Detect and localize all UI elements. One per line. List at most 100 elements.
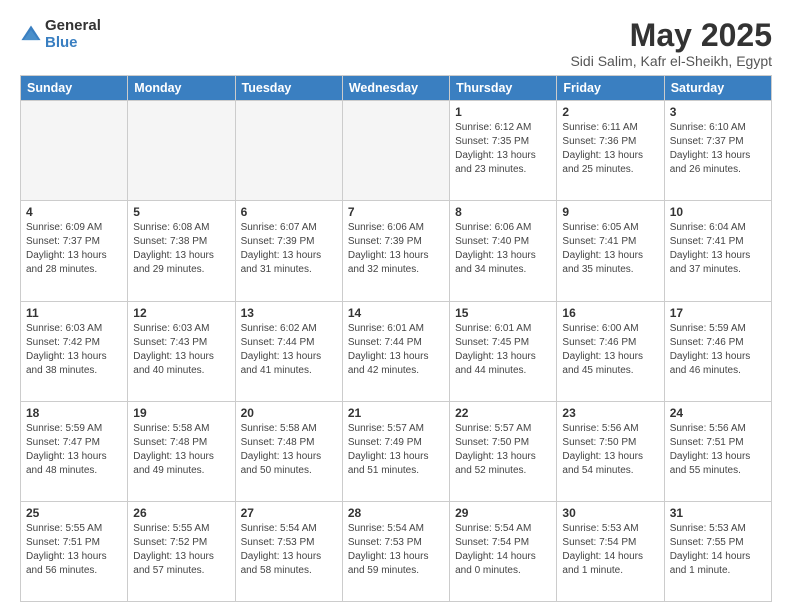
- cell-text: Sunrise: 6:00 AMSunset: 7:46 PMDaylight:…: [562, 322, 658, 378]
- day-number: 26: [133, 506, 229, 520]
- table-cell: 14 Sunrise: 6:01 AMSunset: 7:44 PMDayligh…: [342, 301, 449, 401]
- cell-text: Sunrise: 6:04 AMSunset: 7:41 PMDaylight:…: [670, 221, 766, 277]
- cell-text: Sunrise: 6:03 AMSunset: 7:42 PMDaylight:…: [26, 322, 122, 378]
- logo-icon: [20, 24, 42, 46]
- day-number: 21: [348, 406, 444, 420]
- week-row-4: 18Sunrise: 5:59 AMSunset: 7:47 PMDayligh…: [21, 401, 772, 501]
- cell-text: Sunrise: 5:55 AMSunset: 7:52 PMDaylight:…: [133, 522, 229, 578]
- day-number: 12: [133, 306, 229, 320]
- cell-text: Sunrise: 6:02 AMSunset: 7:44 PMDaylight:…: [241, 322, 337, 378]
- table-cell: 30 Sunrise: 5:53 AMSunset: 7:54 PMDayligh…: [557, 501, 664, 601]
- table-cell: [235, 101, 342, 201]
- day-number: 11: [26, 306, 122, 320]
- cell-text: Sunrise: 5:53 AMSunset: 7:55 PMDaylight:…: [670, 522, 766, 578]
- table-cell: 6 Sunrise: 6:07 AMSunset: 7:39 PMDaylight…: [235, 201, 342, 301]
- table-cell: 22 Sunrise: 5:57 AMSunset: 7:50 PMDayligh…: [450, 401, 557, 501]
- day-number: 25: [26, 506, 122, 520]
- logo: General Blue: [20, 18, 101, 51]
- day-number: 30: [562, 506, 658, 520]
- table-cell: 13Sunrise: 6:02 AMSunset: 7:44 PMDayligh…: [235, 301, 342, 401]
- cell-text: Sunrise: 6:10 AMSunset: 7:37 PMDaylight:…: [670, 121, 766, 177]
- table-cell: 24 Sunrise: 5:56 AMSunset: 7:51 PMDayligh…: [664, 401, 771, 501]
- table-cell: 2Sunrise: 6:11 AMSunset: 7:36 PMDaylight…: [557, 101, 664, 201]
- day-number: 20: [241, 406, 337, 420]
- week-row-3: 11 Sunrise: 6:03 AMSunset: 7:42 PMDayligh…: [21, 301, 772, 401]
- day-number: 17: [670, 306, 766, 320]
- day-number: 7: [348, 205, 444, 219]
- day-number: 16: [562, 306, 658, 320]
- day-number: 23: [562, 406, 658, 420]
- cell-text: Sunrise: 6:11 AMSunset: 7:36 PMDaylight:…: [562, 121, 658, 177]
- table-cell: 5 Sunrise: 6:08 AMSunset: 7:38 PMDaylight…: [128, 201, 235, 301]
- table-cell: 28 Sunrise: 5:54 AMSunset: 7:53 PMDayligh…: [342, 501, 449, 601]
- day-number: 6: [241, 205, 337, 219]
- week-row-5: 25Sunrise: 5:55 AMSunset: 7:51 PMDayligh…: [21, 501, 772, 601]
- header-monday: Monday: [128, 76, 235, 101]
- table-cell: 10 Sunrise: 6:04 AMSunset: 7:41 PMDayligh…: [664, 201, 771, 301]
- cell-text: Sunrise: 6:01 AMSunset: 7:45 PMDaylight:…: [455, 322, 551, 378]
- table-cell: [21, 101, 128, 201]
- table-cell: 3Sunrise: 6:10 AMSunset: 7:37 PMDaylight…: [664, 101, 771, 201]
- table-cell: 1 Sunrise: 6:12 AMSunset: 7:35 PMDaylight…: [450, 101, 557, 201]
- day-number: 28: [348, 506, 444, 520]
- cell-text: Sunrise: 5:54 AMSunset: 7:53 PMDaylight:…: [241, 522, 337, 578]
- calendar: Sunday Monday Tuesday Wednesday Thursday…: [20, 75, 772, 602]
- logo-blue: Blue: [45, 35, 101, 52]
- header-thursday: Thursday: [450, 76, 557, 101]
- logo-general: General: [45, 18, 101, 35]
- table-cell: 11 Sunrise: 6:03 AMSunset: 7:42 PMDayligh…: [21, 301, 128, 401]
- day-number: 8: [455, 205, 551, 219]
- table-cell: 21 Sunrise: 5:57 AMSunset: 7:49 PMDayligh…: [342, 401, 449, 501]
- table-cell: 31Sunrise: 5:53 AMSunset: 7:55 PMDayligh…: [664, 501, 771, 601]
- header-friday: Friday: [557, 76, 664, 101]
- week-row-2: 4 Sunrise: 6:09 AMSunset: 7:37 PMDaylight…: [21, 201, 772, 301]
- day-number: 5: [133, 205, 229, 219]
- header-sunday: Sunday: [21, 76, 128, 101]
- cell-text: Sunrise: 6:01 AMSunset: 7:44 PMDaylight:…: [348, 322, 444, 378]
- table-cell: 19Sunrise: 5:58 AMSunset: 7:48 PMDayligh…: [128, 401, 235, 501]
- table-cell: 4 Sunrise: 6:09 AMSunset: 7:37 PMDaylight…: [21, 201, 128, 301]
- table-cell: 15 Sunrise: 6:01 AMSunset: 7:45 PMDayligh…: [450, 301, 557, 401]
- weekday-header-row: Sunday Monday Tuesday Wednesday Thursday…: [21, 76, 772, 101]
- cell-text: Sunrise: 6:07 AMSunset: 7:39 PMDaylight:…: [241, 221, 337, 277]
- cell-text: Sunrise: 5:57 AMSunset: 7:50 PMDaylight:…: [455, 422, 551, 478]
- day-number: 14: [348, 306, 444, 320]
- day-number: 22: [455, 406, 551, 420]
- cell-text: Sunrise: 5:59 AMSunset: 7:47 PMDaylight:…: [26, 422, 122, 478]
- subtitle: Sidi Salim, Kafr el-Sheikh, Egypt: [570, 53, 772, 69]
- table-cell: 18Sunrise: 5:59 AMSunset: 7:47 PMDayligh…: [21, 401, 128, 501]
- table-cell: 9 Sunrise: 6:05 AMSunset: 7:41 PMDaylight…: [557, 201, 664, 301]
- day-number: 10: [670, 205, 766, 219]
- cell-text: Sunrise: 5:53 AMSunset: 7:54 PMDaylight:…: [562, 522, 658, 578]
- cell-text: Sunrise: 5:54 AMSunset: 7:53 PMDaylight:…: [348, 522, 444, 578]
- table-cell: [342, 101, 449, 201]
- day-number: 9: [562, 205, 658, 219]
- day-number: 27: [241, 506, 337, 520]
- day-number: 29: [455, 506, 551, 520]
- header: General Blue May 2025 Sidi Salim, Kafr e…: [20, 18, 772, 69]
- cell-text: Sunrise: 6:09 AMSunset: 7:37 PMDaylight:…: [26, 221, 122, 277]
- cell-text: Sunrise: 5:56 AMSunset: 7:50 PMDaylight:…: [562, 422, 658, 478]
- cell-text: Sunrise: 5:59 AMSunset: 7:46 PMDaylight:…: [670, 322, 766, 378]
- page: General Blue May 2025 Sidi Salim, Kafr e…: [0, 0, 792, 612]
- main-title: May 2025: [570, 18, 772, 53]
- header-saturday: Saturday: [664, 76, 771, 101]
- table-cell: 27 Sunrise: 5:54 AMSunset: 7:53 PMDayligh…: [235, 501, 342, 601]
- cell-text: Sunrise: 5:56 AMSunset: 7:51 PMDaylight:…: [670, 422, 766, 478]
- cell-text: Sunrise: 6:12 AMSunset: 7:35 PMDaylight:…: [455, 121, 551, 177]
- table-cell: [128, 101, 235, 201]
- cell-text: Sunrise: 6:03 AMSunset: 7:43 PMDaylight:…: [133, 322, 229, 378]
- day-number: 24: [670, 406, 766, 420]
- cell-text: Sunrise: 6:06 AMSunset: 7:39 PMDaylight:…: [348, 221, 444, 277]
- day-number: 4: [26, 205, 122, 219]
- cell-text: Sunrise: 6:05 AMSunset: 7:41 PMDaylight:…: [562, 221, 658, 277]
- cell-text: Sunrise: 5:58 AMSunset: 7:48 PMDaylight:…: [133, 422, 229, 478]
- header-wednesday: Wednesday: [342, 76, 449, 101]
- table-cell: 26 Sunrise: 5:55 AMSunset: 7:52 PMDayligh…: [128, 501, 235, 601]
- week-row-1: 1 Sunrise: 6:12 AMSunset: 7:35 PMDaylight…: [21, 101, 772, 201]
- cell-text: Sunrise: 5:57 AMSunset: 7:49 PMDaylight:…: [348, 422, 444, 478]
- cell-text: Sunrise: 6:08 AMSunset: 7:38 PMDaylight:…: [133, 221, 229, 277]
- day-number: 15: [455, 306, 551, 320]
- day-number: 1: [455, 105, 551, 119]
- logo-text: General Blue: [45, 18, 101, 51]
